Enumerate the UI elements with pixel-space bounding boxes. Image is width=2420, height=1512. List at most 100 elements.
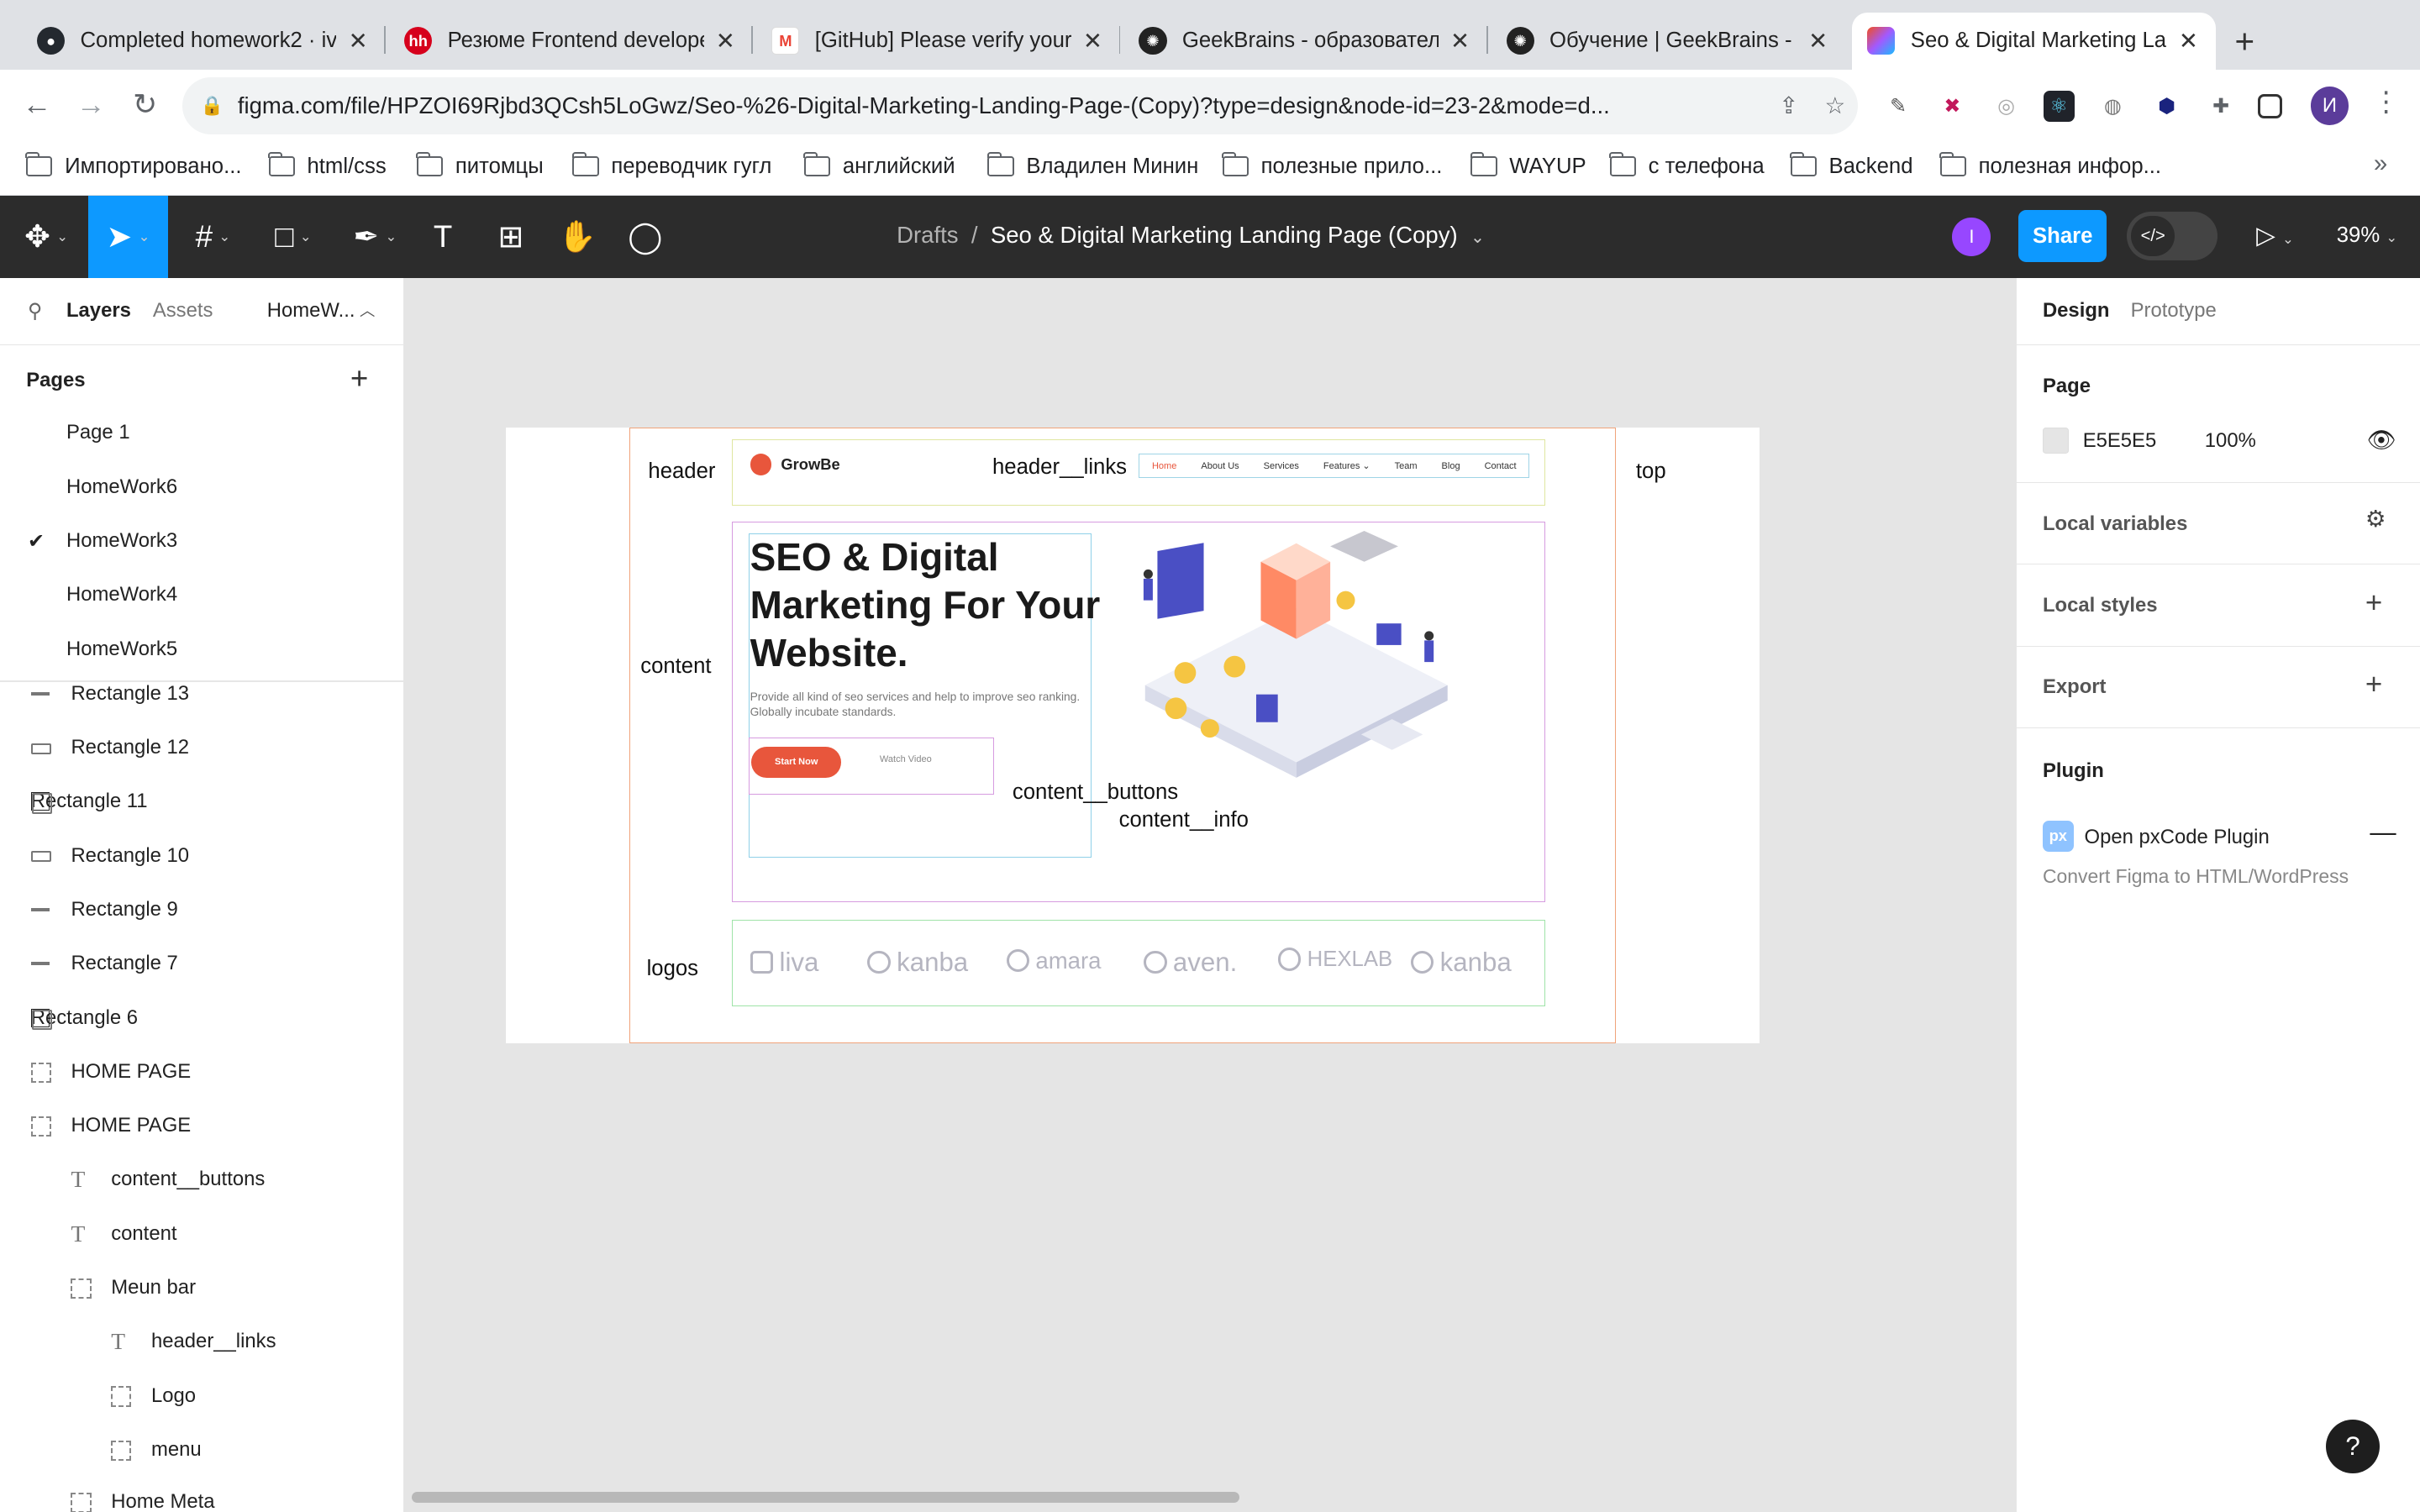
bookmark-folder[interactable]: полезная инфор... <box>1939 151 2161 179</box>
page-opacity[interactable]: 100% <box>2205 429 2256 453</box>
layer-item[interactable]: Rectangle 9 <box>30 898 178 921</box>
breadcrumb[interactable]: Drafts / Seo & Digital Marketing Landing… <box>897 222 1485 249</box>
page-color-swatch[interactable] <box>2042 427 2070 454</box>
browser-tab[interactable]: ✺ Обучение | GeekBrains - о ✕ <box>1491 13 1845 70</box>
present-play-icon[interactable]: ▷ ⌄ <box>2256 221 2294 250</box>
chevron-double-right-icon[interactable]: » <box>2374 150 2387 178</box>
tab-assets[interactable]: Assets <box>153 299 213 323</box>
extension-circle-icon[interactable]: ◎ <box>1991 91 2022 122</box>
profile-avatar[interactable]: И <box>2310 86 2349 125</box>
globe-icon[interactable]: ◍ <box>2097 91 2128 122</box>
bookmark-folder[interactable]: полезные прило... <box>1221 151 1442 179</box>
bookmark-folder[interactable]: с телефона <box>1608 151 1765 179</box>
extensions-puzzle-icon[interactable]: ✚ <box>2206 91 2237 122</box>
react-devtools-icon[interactable]: ⚛ <box>2043 91 2075 123</box>
layer-item[interactable]: Rectangle 6 <box>30 1006 138 1030</box>
bookmark-folder[interactable]: питомцы <box>416 151 544 179</box>
page-item[interactable]: HomeWork4 <box>66 583 177 606</box>
tab-prototype[interactable]: Prototype <box>2131 299 2217 323</box>
browser-tab-active[interactable]: Seo & Digital Marketing Lar ✕ <box>1852 12 2217 70</box>
share-page-icon[interactable]: ⇪ <box>1765 92 1812 119</box>
layer-item[interactable]: Logo <box>111 1384 196 1408</box>
browser-tab[interactable]: ✺ GeekBrains - образовател ✕ <box>1123 13 1488 70</box>
remove-plugin-icon[interactable]: — <box>2370 817 2396 848</box>
chevron-down-icon[interactable]: ⌄ <box>1470 228 1485 247</box>
close-tab-icon[interactable]: ✕ <box>1806 28 1830 55</box>
figma-main-menu-icon[interactable]: ✥ ⌄ <box>15 196 76 277</box>
layer-item[interactable]: HOME PAGE <box>30 1114 191 1137</box>
local-variables-section[interactable]: Local variables ⚙ <box>2016 483 2420 565</box>
dev-mode-toggle[interactable]: </> <box>2126 211 2218 261</box>
page-selector[interactable]: HomeW... <box>267 299 355 323</box>
close-tab-icon[interactable]: ✕ <box>1081 28 1105 55</box>
layer-item[interactable]: Home Meta <box>71 1490 215 1512</box>
user-avatar[interactable]: I <box>1952 217 1991 256</box>
bookmark-folder[interactable]: html/css <box>267 151 387 179</box>
export-section[interactable]: Export + <box>2016 647 2420 728</box>
url-text[interactable]: figma.com/file/HPZOI69Rjbd3QCsh5LoGwz/Se… <box>238 92 1765 119</box>
forward-icon[interactable]: → <box>72 88 109 122</box>
layer-item[interactable]: HOME PAGE <box>30 1060 191 1084</box>
close-tab-icon[interactable]: ✕ <box>2176 28 2201 55</box>
zoom-level[interactable]: 39% ⌄ <box>2337 223 2397 248</box>
add-export-icon[interactable]: + <box>2365 668 2382 701</box>
local-styles-section[interactable]: Local styles + <box>2016 564 2420 647</box>
page-item[interactable]: HomeWork5 <box>66 638 177 661</box>
bookmark-folder[interactable]: английский <box>803 151 955 179</box>
tab-layers[interactable]: Layers <box>66 299 131 323</box>
browser-tab[interactable]: hh Резюме Frontend develope ✕ <box>389 13 754 70</box>
bookmark-folder[interactable]: переводчик гугл <box>571 151 771 179</box>
close-tab-icon[interactable]: ✕ <box>345 28 370 55</box>
text-tool-icon[interactable]: T <box>420 196 466 277</box>
pen-tool-icon[interactable]: ✒ ⌄ <box>343 196 408 277</box>
back-icon[interactable]: ← <box>18 88 55 122</box>
browser-menu-icon[interactable]: ⋮ <box>2372 85 2400 118</box>
url-bar[interactable]: 🔒 figma.com/file/HPZOI69Rjbd3QCsh5LoGwz/… <box>182 76 1859 134</box>
file-name[interactable]: Seo & Digital Marketing Landing Page (Co… <box>991 222 1458 248</box>
reload-icon[interactable]: ↻ <box>127 88 164 122</box>
layer-item[interactable]: Rectangle 13 <box>30 682 189 706</box>
page-color-hex[interactable]: E5E5E5 <box>2083 429 2157 453</box>
layer-item[interactable]: Rectangle 12 <box>30 736 189 759</box>
plugin-name[interactable]: Open pxCode Plugin <box>2085 826 2270 849</box>
layer-item[interactable]: Rectangle 11 <box>30 790 148 814</box>
hand-tool-icon[interactable]: ✋ <box>554 196 600 277</box>
help-button[interactable]: ? <box>2325 1419 2381 1474</box>
horizontal-scrollbar[interactable] <box>412 1492 1239 1503</box>
eyedropper-icon[interactable]: ✎ <box>1883 91 1914 122</box>
browser-tab[interactable]: ● Completed homework2 · iva ✕ <box>22 13 387 70</box>
layer-item[interactable]: Tcontent__buttons <box>71 1168 265 1191</box>
comment-tool-icon[interactable]: ◯ <box>622 196 668 277</box>
page-item[interactable]: HomeWork6 <box>66 475 177 499</box>
extension-hex-icon[interactable]: ⬢ <box>2151 91 2182 122</box>
search-icon[interactable]: ⚲ <box>28 299 42 323</box>
layer-item[interactable]: Rectangle 7 <box>30 952 178 975</box>
extension-x-icon[interactable]: ✖ <box>1937 91 1968 122</box>
share-button[interactable]: Share <box>2018 209 2107 263</box>
page-item[interactable]: Page 1 <box>66 421 130 444</box>
resources-icon[interactable]: ⊞ <box>487 196 534 277</box>
layer-item[interactable]: Tcontent <box>71 1221 176 1246</box>
bookmark-folder[interactable]: Владилен Минин <box>986 151 1198 179</box>
page-item-current[interactable]: HomeWork3 <box>66 529 177 553</box>
shape-tool-icon[interactable]: □ ⌄ <box>260 196 325 277</box>
layer-item[interactable]: Meun bar <box>71 1276 196 1299</box>
chevron-up-icon[interactable]: ︿ <box>360 299 375 321</box>
sidepanel-icon[interactable] <box>2258 94 2283 119</box>
add-style-icon[interactable]: + <box>2365 586 2382 620</box>
close-tab-icon[interactable]: ✕ <box>713 28 738 55</box>
bookmark-folder[interactable]: Импортировано... <box>25 151 242 179</box>
eye-icon[interactable]: 👁 <box>2367 426 2396 454</box>
layer-item[interactable]: menu <box>111 1438 202 1462</box>
move-tool-icon[interactable]: ➤ ⌄ <box>87 196 169 278</box>
frame-tool-icon[interactable]: # ⌄ <box>181 196 245 277</box>
new-tab-icon[interactable]: + <box>2235 22 2255 61</box>
bookmark-folder[interactable]: WAYUP <box>1470 151 1586 179</box>
close-tab-icon[interactable]: ✕ <box>1448 28 1472 55</box>
bookmark-star-icon[interactable]: ☆ <box>1812 92 1858 119</box>
layer-item[interactable]: Rectangle 10 <box>30 844 189 868</box>
variables-settings-icon[interactable]: ⚙ <box>2365 506 2386 533</box>
tab-design[interactable]: Design <box>2043 299 2110 323</box>
add-page-icon[interactable]: + <box>350 361 368 396</box>
browser-tab[interactable]: M [GitHub] Please verify your ✕ <box>756 13 1121 70</box>
